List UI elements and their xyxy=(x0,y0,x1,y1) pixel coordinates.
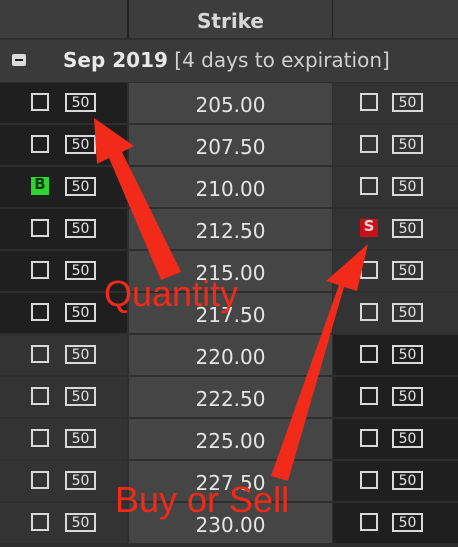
call-quantity-field[interactable]: 50 xyxy=(65,219,96,238)
expiration-label: Sep 2019 [4 days to expiration] xyxy=(63,48,390,72)
call-cell: 50 xyxy=(0,503,127,543)
call-cell: 50 xyxy=(0,419,127,459)
put-cell: 50 xyxy=(333,83,458,123)
call-quantity-field[interactable]: 50 xyxy=(65,429,96,448)
call-buy-sell-checkbox[interactable] xyxy=(31,135,49,153)
call-buy-sell-checkbox[interactable] xyxy=(31,261,49,279)
put-cell: 50 xyxy=(333,377,458,417)
call-cell: 50 xyxy=(0,125,127,165)
table-row: 50 205.00 50 xyxy=(0,83,458,123)
put-quantity-field[interactable]: 50 xyxy=(392,93,423,112)
expiration-month: Sep 2019 xyxy=(63,48,168,72)
column-header-bar: Strike xyxy=(0,0,458,38)
table-row: 50 207.50 50 xyxy=(0,125,458,165)
strike-price: 207.50 xyxy=(129,125,332,165)
call-buy-sell-checkbox[interactable] xyxy=(31,387,49,405)
buy-or-sell-annotation: Buy or Sell xyxy=(115,479,290,520)
put-buy-sell-checkbox[interactable] xyxy=(360,303,378,321)
call-quantity-field[interactable]: 50 xyxy=(65,177,96,196)
strike-price: 210.00 xyxy=(129,167,332,207)
table-row: 50 225.00 50 xyxy=(0,419,458,459)
call-buy-sell-checkbox[interactable] xyxy=(31,303,49,321)
put-cell: 50 xyxy=(333,251,458,291)
put-buy-sell-checkbox[interactable] xyxy=(360,513,378,531)
table-row: 50 212.50 S 50 xyxy=(0,209,458,249)
call-quantity-field[interactable]: 50 xyxy=(65,345,96,364)
call-buy-sell-checkbox[interactable]: B xyxy=(31,175,49,195)
sell-marker: S xyxy=(363,217,375,235)
strike-price: 212.50 xyxy=(129,209,332,249)
call-quantity-field[interactable]: 50 xyxy=(65,387,96,406)
put-quantity-field[interactable]: 50 xyxy=(392,471,423,490)
call-cell: 50 xyxy=(0,83,127,123)
put-cell: 50 xyxy=(333,167,458,207)
put-cell: 50 xyxy=(333,293,458,333)
put-buy-sell-checkbox[interactable] xyxy=(360,471,378,489)
buy-marker: B xyxy=(34,175,46,193)
expiration-detail: [4 days to expiration] xyxy=(174,48,390,72)
strike-price: 225.00 xyxy=(129,419,332,459)
call-buy-sell-checkbox[interactable] xyxy=(31,429,49,447)
call-quantity-field[interactable]: 50 xyxy=(65,513,96,532)
put-buy-sell-checkbox[interactable] xyxy=(360,429,378,447)
put-buy-sell-checkbox[interactable] xyxy=(360,261,378,279)
call-cell: 50 xyxy=(0,461,127,501)
put-quantity-field[interactable]: 50 xyxy=(392,429,423,448)
quantity-annotation: Quantity xyxy=(104,273,239,314)
call-cell: 50 xyxy=(0,377,127,417)
put-quantity-field[interactable]: 50 xyxy=(392,261,423,280)
put-quantity-field[interactable]: 50 xyxy=(392,219,423,238)
put-cell: 50 xyxy=(333,461,458,501)
put-buy-sell-checkbox[interactable] xyxy=(360,135,378,153)
call-quantity-field[interactable]: 50 xyxy=(65,261,96,280)
put-buy-sell-checkbox[interactable] xyxy=(360,345,378,363)
call-buy-sell-checkbox[interactable] xyxy=(31,219,49,237)
put-quantity-field[interactable]: 50 xyxy=(392,303,423,322)
call-column-header[interactable] xyxy=(0,0,127,38)
call-buy-sell-checkbox[interactable] xyxy=(31,93,49,111)
expiration-group-row[interactable]: Sep 2019 [4 days to expiration] xyxy=(0,40,458,82)
put-quantity-field[interactable]: 50 xyxy=(392,177,423,196)
strike-price: 205.00 xyxy=(129,83,332,123)
call-quantity-field[interactable]: 50 xyxy=(65,135,96,154)
table-row: B 50 210.00 50 xyxy=(0,167,458,207)
put-cell: 50 xyxy=(333,125,458,165)
call-cell: B 50 xyxy=(0,167,127,207)
put-cell: S 50 xyxy=(333,209,458,249)
strike-price: 222.50 xyxy=(129,377,332,417)
put-buy-sell-checkbox[interactable] xyxy=(360,93,378,111)
put-buy-sell-checkbox[interactable] xyxy=(360,387,378,405)
call-quantity-field[interactable]: 50 xyxy=(65,471,96,490)
call-cell: 50 xyxy=(0,209,127,249)
table-row: 50 220.00 50 xyxy=(0,335,458,375)
call-buy-sell-checkbox[interactable] xyxy=(31,345,49,363)
call-buy-sell-checkbox[interactable] xyxy=(31,513,49,531)
collapse-icon[interactable] xyxy=(12,54,26,66)
call-quantity-field[interactable]: 50 xyxy=(65,93,96,112)
put-buy-sell-checkbox[interactable] xyxy=(360,177,378,195)
put-cell: 50 xyxy=(333,503,458,543)
call-cell: 50 xyxy=(0,335,127,375)
call-buy-sell-checkbox[interactable] xyxy=(31,471,49,489)
put-quantity-field[interactable]: 50 xyxy=(392,135,423,154)
put-quantity-field[interactable]: 50 xyxy=(392,345,423,364)
strike-price: 220.00 xyxy=(129,335,332,375)
put-quantity-field[interactable]: 50 xyxy=(392,513,423,532)
put-cell: 50 xyxy=(333,419,458,459)
put-column-header[interactable] xyxy=(333,0,458,38)
table-row: 50 222.50 50 xyxy=(0,377,458,417)
put-cell: 50 xyxy=(333,335,458,375)
put-buy-sell-checkbox[interactable]: S xyxy=(360,217,378,237)
put-quantity-field[interactable]: 50 xyxy=(392,387,423,406)
call-quantity-field[interactable]: 50 xyxy=(65,303,96,322)
strike-header-label: Strike xyxy=(196,9,264,33)
